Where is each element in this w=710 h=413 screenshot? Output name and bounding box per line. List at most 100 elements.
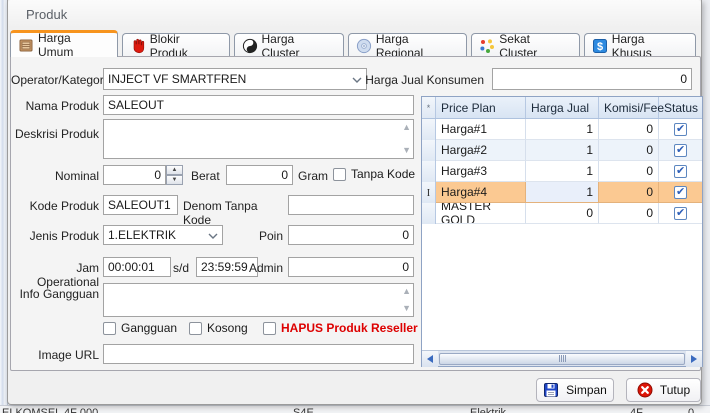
- column-header-price-plan[interactable]: Price Plan: [436, 97, 526, 118]
- cell-harga-jual-focused[interactable]: 1: [526, 182, 599, 203]
- kode-produk-value: SALEOUT1: [108, 198, 171, 212]
- cell-status[interactable]: [659, 182, 702, 203]
- column-header-harga-jual[interactable]: Harga Jual: [526, 97, 599, 118]
- tab-harga-umum[interactable]: Harga Umum: [10, 30, 118, 59]
- scroll-right-icon[interactable]: [686, 350, 702, 367]
- admin-input[interactable]: 0: [288, 257, 414, 277]
- table-row[interactable]: Harga#3 1 0: [422, 161, 702, 182]
- table-row[interactable]: Harga#2 1 0: [422, 140, 702, 161]
- status-checkbox-checked[interactable]: [674, 206, 687, 220]
- cell-komisi[interactable]: 0: [599, 140, 659, 161]
- checkbox-icon[interactable]: [263, 321, 276, 335]
- cell-komisi[interactable]: 0: [599, 203, 659, 224]
- scrollbar-thumb[interactable]: [439, 352, 685, 365]
- spin-up-icon[interactable]: ▲: [166, 165, 183, 175]
- jenis-produk-label: Jenis Produk: [29, 229, 99, 243]
- row-indicator: [422, 203, 436, 224]
- cell-price-plan[interactable]: Harga#1: [436, 119, 526, 140]
- floppy-disk-icon: [543, 382, 559, 398]
- deskripsi-textarea[interactable]: ▲ ▼: [103, 119, 414, 159]
- scroll-down-icon[interactable]: ▼: [402, 146, 411, 155]
- row-indicator: [422, 140, 436, 161]
- jam-start-input[interactable]: 00:00:01: [103, 257, 171, 277]
- scroll-left-icon[interactable]: [422, 350, 438, 367]
- berat-label: Berat: [191, 169, 220, 183]
- horizontal-scrollbar[interactable]: [422, 350, 702, 367]
- nama-produk-input[interactable]: SALEOUT: [103, 95, 414, 115]
- titlebar[interactable]: Produk: [8, 0, 701, 28]
- nominal-value: 0: [154, 168, 161, 182]
- status-checkbox-checked[interactable]: [674, 185, 687, 199]
- cell-price-plan[interactable]: Harga#4: [436, 182, 526, 203]
- checkbox-icon[interactable]: [103, 321, 116, 335]
- cell-status[interactable]: [659, 140, 702, 161]
- tab-harga-cluster[interactable]: Harga Cluster: [233, 32, 344, 60]
- berat-input[interactable]: 0: [226, 165, 293, 185]
- info-gangguan-textarea[interactable]: ▲ ▼: [103, 283, 414, 317]
- cell-harga-jual[interactable]: 1: [526, 161, 599, 182]
- image-url-label: Image URL: [38, 348, 99, 362]
- jam-start-value: 00:00:01: [108, 260, 155, 274]
- tanpa-kode-checkbox[interactable]: Tanpa Kode: [333, 167, 415, 181]
- spin-down-icon[interactable]: ▼: [166, 175, 183, 185]
- harga-umum-panel: Operator/Kategori INJECT VF SMARTFREN Na…: [10, 56, 703, 371]
- cell-harga-jual[interactable]: 0: [526, 203, 599, 224]
- checkbox-icon[interactable]: [333, 167, 346, 181]
- scroll-up-icon[interactable]: ▲: [402, 123, 411, 132]
- konsumen-input[interactable]: 0: [492, 68, 692, 90]
- operator-combobox[interactable]: INJECT VF SMARTFREN: [103, 68, 367, 90]
- cell-price-plan[interactable]: Harga#2: [436, 140, 526, 161]
- operator-label: Operator/Kategori: [11, 73, 107, 87]
- cell-status[interactable]: [659, 161, 702, 182]
- nominal-input[interactable]: 0: [103, 165, 166, 185]
- image-url-input[interactable]: [103, 344, 414, 364]
- gangguan-checkbox[interactable]: Gangguan: [103, 321, 177, 335]
- cell-status[interactable]: [659, 119, 702, 140]
- denom-input[interactable]: [288, 195, 414, 215]
- tabstrip: Harga Umum Blokir Produk Harga Cluster H…: [10, 30, 700, 60]
- hapus-produk-checkbox[interactable]: HAPUS Produk Reseller: [263, 321, 418, 335]
- cell-harga-jual[interactable]: 1: [526, 140, 599, 161]
- kosong-label: Kosong: [207, 321, 248, 335]
- cell-komisi[interactable]: 0: [599, 119, 659, 140]
- column-header-status[interactable]: Status: [659, 97, 702, 118]
- tab-label: Harga Umum: [38, 31, 74, 59]
- kosong-checkbox[interactable]: Kosong: [189, 321, 248, 335]
- operator-value: INJECT VF SMARTFREN: [108, 72, 247, 86]
- admin-label: Admin: [248, 261, 283, 275]
- background-cell: S4E: [293, 407, 314, 413]
- jenis-produk-combobox[interactable]: 1.ELEKTRIK: [103, 225, 223, 245]
- cell-status[interactable]: [659, 203, 702, 224]
- nominal-stepper[interactable]: ▲ ▼: [166, 165, 183, 185]
- kode-produk-input[interactable]: SALEOUT1: [103, 195, 178, 215]
- sd-label: s/d: [173, 261, 190, 275]
- checkbox-icon[interactable]: [189, 321, 202, 335]
- cell-price-plan[interactable]: Harga#3: [436, 161, 526, 182]
- scroll-up-icon[interactable]: ▲: [402, 287, 411, 296]
- tab-harga-khusus[interactable]: $ Harga Khusus: [583, 32, 696, 60]
- status-checkbox-checked[interactable]: [674, 143, 687, 157]
- status-checkbox-checked[interactable]: [674, 122, 687, 136]
- column-header-komisi-fee[interactable]: Komisi/Fee: [599, 97, 664, 118]
- simpan-button[interactable]: Simpan: [536, 378, 614, 402]
- table-row-selected[interactable]: I Harga#4 1 0: [422, 182, 702, 203]
- background-table-row: ELKOMSEL 4F 000 S4E Elektrik 4F 0: [0, 405, 710, 413]
- konsumen-label: Harga Jual Konsumen: [365, 73, 484, 87]
- status-checkbox-checked[interactable]: [674, 164, 687, 178]
- simpan-label: Simpan: [566, 383, 607, 397]
- tutup-button[interactable]: Tutup: [626, 378, 701, 402]
- row-indicator: [422, 161, 436, 182]
- table-row[interactable]: Harga#1 1 0: [422, 119, 702, 140]
- tab-sekat-cluster[interactable]: Sekat Cluster: [471, 32, 580, 60]
- scroll-down-icon[interactable]: ▼: [402, 304, 411, 313]
- cell-price-plan[interactable]: MASTER GOLD: [436, 203, 526, 224]
- tab-blokir-produk[interactable]: Blokir Produk: [121, 32, 230, 60]
- table-row[interactable]: MASTER GOLD 0 0: [422, 203, 702, 224]
- poin-input[interactable]: 0: [288, 225, 414, 245]
- tab-harga-regional[interactable]: Harga Regional: [347, 32, 468, 60]
- cell-harga-jual[interactable]: 1: [526, 119, 599, 140]
- cell-komisi[interactable]: 0: [599, 161, 659, 182]
- cell-komisi[interactable]: 0: [599, 182, 659, 203]
- dollar-icon: $: [592, 38, 608, 54]
- gram-label: Gram: [298, 169, 328, 183]
